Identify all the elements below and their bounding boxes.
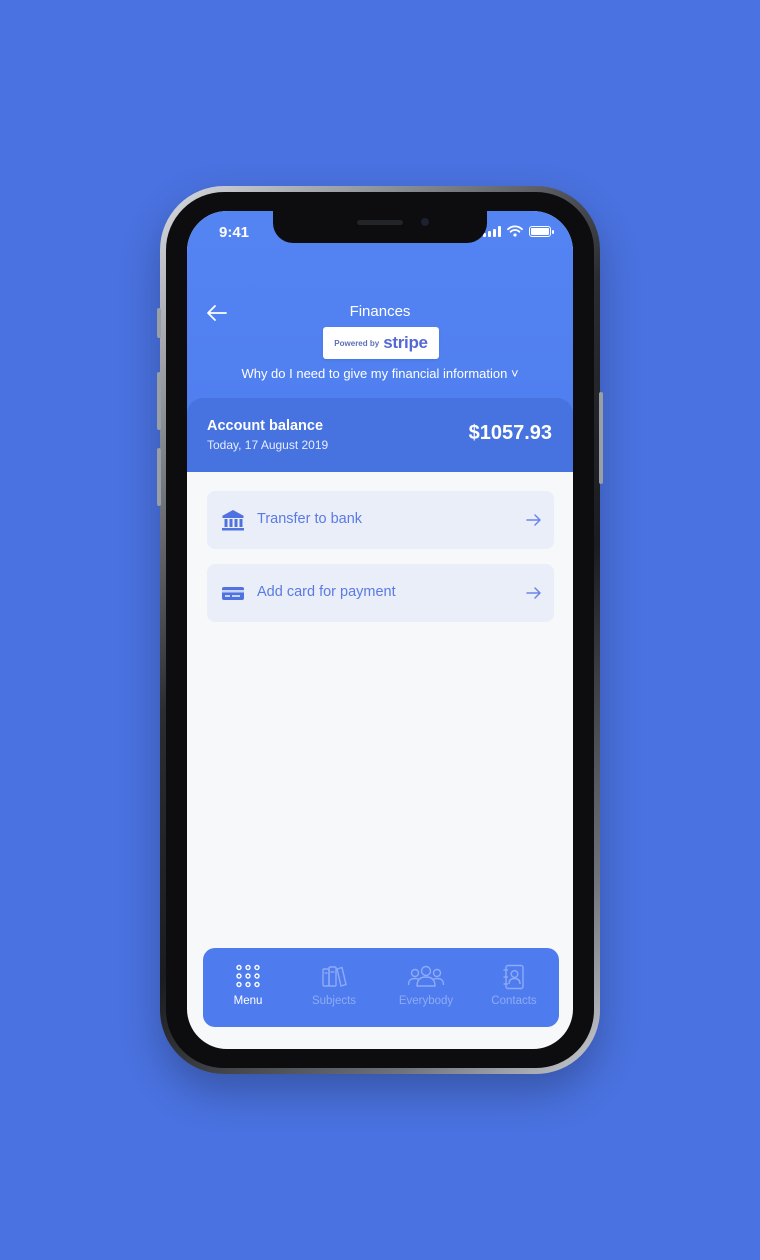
transfer-to-bank-label: Transfer to bank — [257, 511, 363, 527]
page-title: Finances — [349, 303, 411, 320]
arrow-right-icon — [526, 514, 541, 526]
address-book-icon — [503, 964, 524, 990]
front-camera — [421, 218, 429, 226]
tab-subjects-label: Subjects — [311, 995, 357, 1007]
tab-menu[interactable]: Menu — [205, 948, 291, 1027]
financial-info-link[interactable]: Why do I need to give my financial infor… — [187, 366, 573, 381]
bank-icon — [222, 510, 244, 531]
status-time: 9:41 — [219, 224, 250, 241]
balance-date: Today, 17 August 2019 — [207, 438, 329, 452]
battery-icon — [529, 225, 554, 237]
balance-label: Account balance — [207, 418, 324, 434]
books-icon — [322, 966, 347, 987]
balance-amount: $1057.93 — [468, 422, 552, 444]
wifi-icon — [507, 225, 523, 237]
transfer-to-bank-button[interactable]: Transfer to bank — [207, 491, 554, 549]
notch — [273, 211, 487, 243]
account-balance-card: Account balance Today, 17 August 2019 $1… — [187, 398, 573, 472]
power-button — [599, 392, 603, 484]
arrow-right-icon — [526, 587, 541, 599]
powered-by-label: Powered by — [334, 338, 380, 348]
phone-frame: 9:41 Finances Powered by stripe Why do I… — [157, 186, 603, 1074]
tab-everybody-label: Everybody — [398, 995, 454, 1007]
speaker-grille — [357, 220, 403, 225]
grid-dots-icon — [236, 964, 260, 988]
tab-contacts[interactable]: Contacts — [471, 948, 557, 1027]
bottom-tab-bar: Menu Subjects Everybody Contacts — [203, 948, 559, 1027]
tab-contacts-label: Contacts — [491, 995, 537, 1007]
add-card-label: Add card for payment — [257, 584, 396, 600]
mute-switch — [157, 308, 161, 338]
group-icon — [407, 965, 445, 987]
add-card-button[interactable]: Add card for payment — [207, 564, 554, 622]
tab-subjects[interactable]: Subjects — [291, 948, 377, 1027]
tab-everybody[interactable]: Everybody — [380, 948, 472, 1027]
volume-down-button — [157, 448, 161, 506]
status-icons — [483, 225, 554, 237]
powered-by-stripe-badge[interactable]: Powered by stripe — [323, 327, 439, 359]
credit-card-icon — [222, 587, 244, 600]
stripe-logo: stripe — [383, 333, 428, 352]
tab-menu-label: Menu — [233, 995, 263, 1007]
app-screen: 9:41 Finances Powered by stripe Why do I… — [187, 211, 573, 1049]
volume-up-button — [157, 372, 161, 430]
